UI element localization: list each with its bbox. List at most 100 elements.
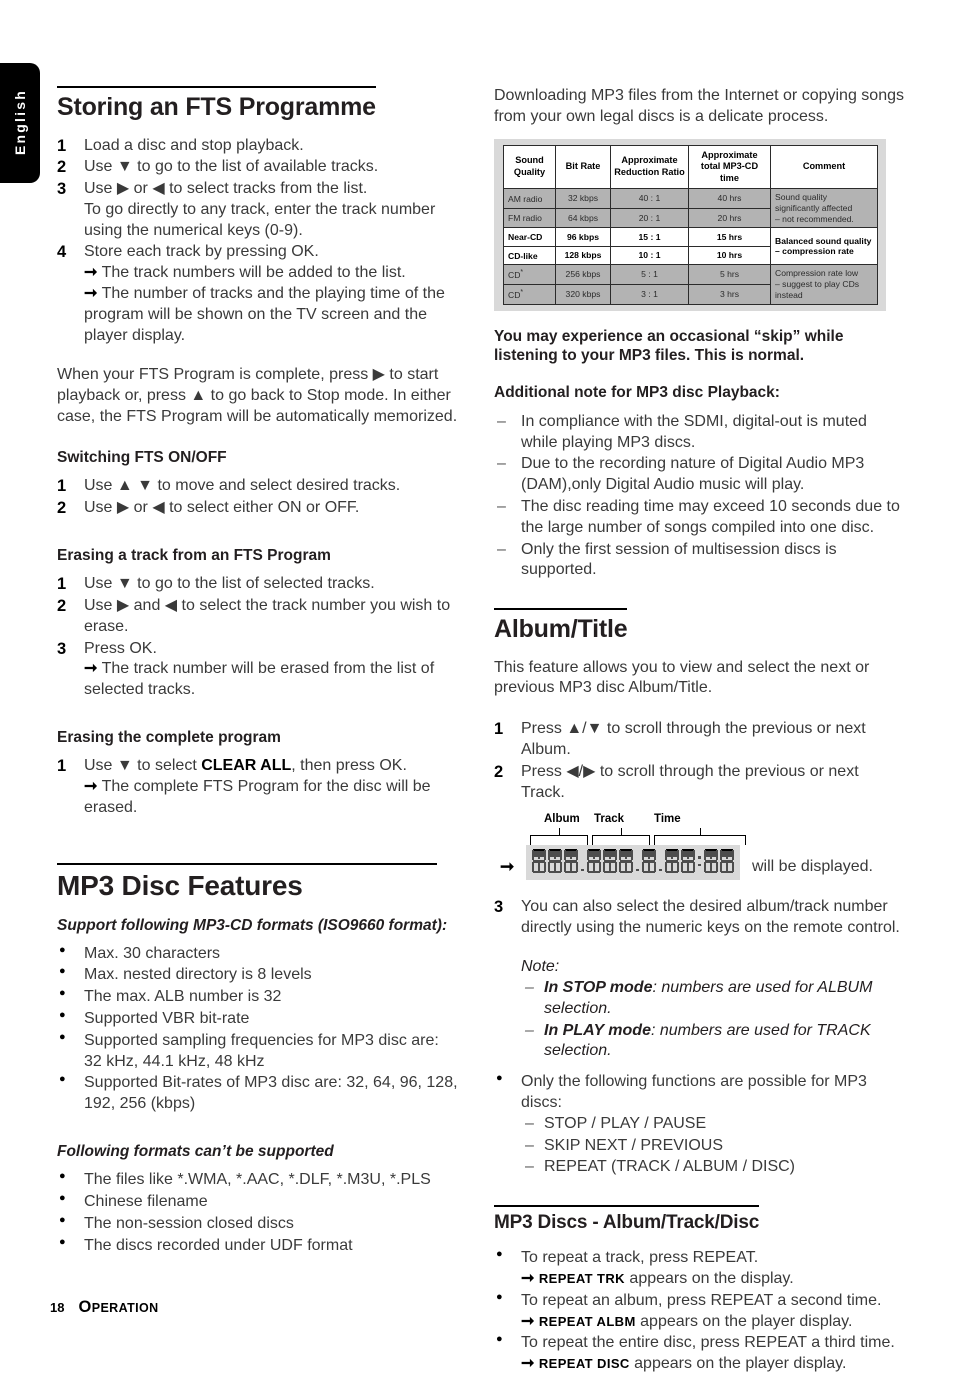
seven-segment-panel [526, 845, 740, 881]
bracket-album [530, 828, 588, 846]
cell-sound-quality: FM radio [503, 207, 556, 229]
cell-bit-rate: 256 kbps [555, 264, 611, 286]
step-text: Use ▼ to go to the list of selected trac… [84, 575, 375, 593]
step-number: 2 [57, 597, 67, 615]
step-text: Store each track by pressing OK. [84, 243, 319, 261]
list-item: The files like *.WMA, *.AAC, *.DLF, *.M3… [57, 1169, 461, 1191]
step-number: 2 [494, 762, 504, 781]
list-item: 2 Use ▶ or ◀ to select either ON or OFF. [57, 498, 461, 519]
heading-album-title: Album/Title [494, 608, 628, 644]
additional-notes-list: In compliance with the SDMI, digital-out… [494, 412, 906, 581]
result-line: ➞ The track numbers will be added to the… [84, 263, 461, 284]
step-text: You can also select the desired album/tr… [521, 898, 900, 937]
bracket-track [592, 828, 650, 846]
functions-sub-list: STOP / PLAY / PAUSE SKIP NEXT / PREVIOUS… [521, 1114, 906, 1178]
segment-digit [681, 849, 695, 874]
arrow-icon: ➞ [500, 857, 515, 877]
repeat-text: To repeat an album, press REPEAT a secon… [521, 1291, 882, 1309]
heading-erasing-program: Erasing the complete program [57, 728, 281, 746]
list-item: 1 Load a disc and stop playback. [57, 136, 461, 157]
cell-total-time: 20 hrs [688, 207, 771, 229]
comment-line-1: Compression rate low [775, 268, 859, 279]
list-item: In compliance with the SDMI, digital-out… [494, 412, 906, 454]
step-number: 3 [494, 898, 504, 917]
table-row: AM radio 32 kbps 40 : 1 40 hrs Sound qua… [503, 188, 878, 229]
cell-sound-quality: CD* [503, 264, 556, 286]
page-footer: 18 Operation [50, 1298, 159, 1317]
cell-comment: Sound quality significantly affected – n… [770, 188, 878, 229]
list-item: To repeat the entire disc, press REPEAT … [494, 1332, 906, 1375]
segment-digit [548, 849, 562, 874]
result-line: ➞ The track number will be erased from t… [84, 659, 461, 701]
skip-notice: You may experience an occasional “skip” … [494, 327, 844, 365]
comment-line-1: Balanced sound quality [775, 235, 872, 246]
list-item: The discs recorded under UDF format [57, 1235, 461, 1257]
list-item: Max. nested directory is 8 levels [57, 964, 461, 986]
step-text-pre: Use ▼ to select [84, 757, 202, 775]
mp3-quality-table: Sound Quality Bit Rate Approximate Reduc… [503, 144, 878, 305]
arrow-icon: ➞ [521, 1312, 535, 1330]
segment-digit [603, 849, 617, 874]
list-item: Supported sampling frequencies for MP3 d… [57, 1030, 461, 1073]
step-number: 3 [57, 180, 67, 199]
language-tab: English [0, 63, 40, 183]
display-code: REPEAT TRK [538, 1270, 625, 1286]
step-number: 1 [57, 136, 67, 155]
result-text: The track numbers will be added to the l… [101, 264, 406, 282]
result-line: ➞ REPEAT ALBM appears on the player disp… [521, 1312, 906, 1333]
arrow-icon: ➞ [84, 778, 98, 796]
heading-unsupported-formats: Following formats can’t be supported [57, 1143, 334, 1161]
col-header-total-time: Approximate total MP3-CD time [688, 144, 771, 190]
step-text: Use ▶ or ◀ to select tracks from the lis… [84, 180, 368, 198]
cell-total-time: 5 hrs [688, 264, 771, 286]
fts-paragraph: When your FTS Program is complete, press… [57, 366, 458, 426]
segment-separator [658, 849, 663, 873]
list-item: Max. 30 characters [57, 943, 461, 965]
page-number: 18 [50, 1300, 65, 1315]
list-item: To repeat an album, press REPEAT a secon… [494, 1290, 906, 1333]
list-item: STOP / PLAY / PAUSE [521, 1114, 906, 1135]
section-initial: O [78, 1298, 92, 1316]
language-tab-label: English [12, 89, 28, 155]
heading-additional-note: Additional note for MP3 disc Playback: [494, 384, 780, 402]
list-item: 1 Use ▼ to go to the list of selected tr… [57, 574, 461, 595]
clear-all-label: CLEAR ALL [201, 757, 292, 775]
segment-digit [619, 849, 633, 874]
repeat-bullets-list: To repeat a track, press REPEAT. ➞ REPEA… [494, 1247, 906, 1375]
segment-digit [704, 849, 718, 874]
functions-bullets-list: Only the following functions are possibl… [494, 1071, 906, 1178]
bracket-time [654, 828, 746, 846]
note-items-list: In STOP mode: numbers are used for ALBUM… [521, 978, 906, 1062]
list-item: SKIP NEXT / PREVIOUS [521, 1136, 906, 1157]
list-item: Supported Bit-rates of MP3 disc are: 32,… [57, 1072, 461, 1115]
cell-reduction-ratio: 3 : 1 [610, 284, 689, 305]
section-rest: peration [91, 1301, 159, 1315]
step-number: 1 [57, 477, 67, 496]
step-number: 2 [57, 158, 67, 177]
list-item: Chinese filename [57, 1191, 461, 1213]
fts-steps-list: 1 Load a disc and stop playback. 2 Use ▼… [57, 136, 461, 347]
note-bold: In STOP mode [544, 979, 653, 997]
display-caption: will be displayed. [752, 858, 873, 876]
right-column: Downloading MP3 files from the Internet … [494, 86, 906, 1385]
list-item: The max. ALB number is 32 [57, 986, 461, 1008]
cell-bit-rate: 320 kbps [555, 284, 611, 305]
album-steps-list: 1 Press ▲/▼ to scroll through the previo… [494, 719, 906, 803]
note-bold: In PLAY mode [544, 1021, 651, 1039]
cell-total-time: 15 hrs [688, 227, 771, 247]
functions-intro: Only the following functions are possibl… [521, 1073, 867, 1112]
album-step-3-list: 3 You can also select the desired album/… [494, 897, 906, 939]
arrow-icon: ➞ [84, 285, 98, 303]
col-header-comment: Comment [770, 144, 878, 190]
step-continuation: To go directly to any track, enter the t… [84, 200, 436, 239]
step-number: 2 [57, 499, 67, 518]
mp3-quality-table-frame: Sound Quality Bit Rate Approximate Reduc… [494, 138, 886, 311]
heading-mp3-discs-album-track-disc: MP3 Discs - Album/Track/Disc [494, 1205, 759, 1234]
cell-comment: Compression rate low – suggest to play C… [770, 264, 878, 305]
col-header-reduction-ratio: Approximate Reduction Ratio [610, 144, 689, 190]
heading-support-formats: Support following MP3-CD formats (ISO966… [57, 916, 448, 934]
segment-digit [665, 849, 679, 874]
list-item: 1 Use ▲ ▼ to move and select desired tra… [57, 476, 461, 497]
step-text: Press OK. [84, 639, 157, 657]
segment-separator [635, 849, 640, 873]
